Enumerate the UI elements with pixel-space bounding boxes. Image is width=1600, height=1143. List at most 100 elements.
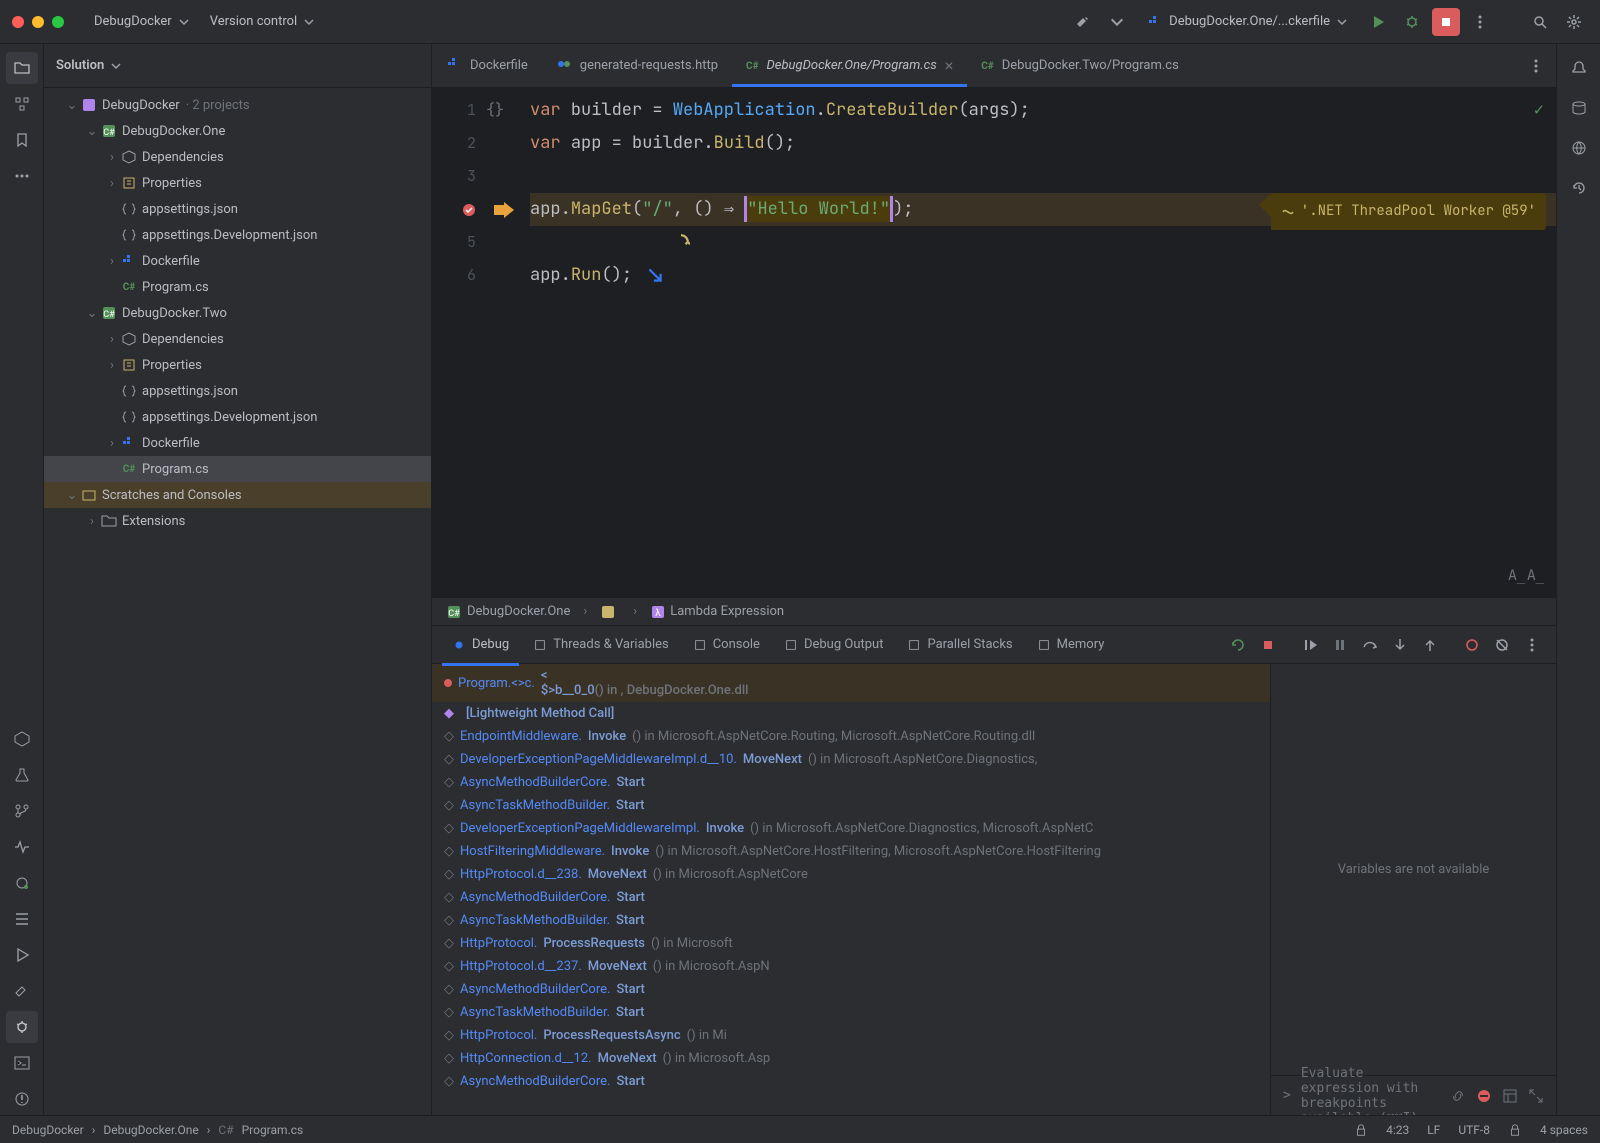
vcs-menu[interactable]: Version control <box>200 10 326 33</box>
debug-tab[interactable]: Console <box>683 631 770 658</box>
debug-more-button[interactable] <box>1518 631 1546 659</box>
run-config-dropdown-icon[interactable] <box>1103 8 1131 36</box>
expand-icon[interactable] <box>1528 1088 1544 1104</box>
build-button[interactable] <box>1069 8 1097 36</box>
structure-tool-button[interactable] <box>6 88 38 120</box>
stack-frame[interactable]: ◇HttpConnection.d__12.MoveNext() in Micr… <box>432 1047 1270 1070</box>
status-crumb[interactable]: DebugDocker <box>12 1123 84 1137</box>
terminal-tool-button[interactable] <box>6 1047 38 1079</box>
breadcrumb-item[interactable]: C#DebugDocker.One› <box>446 604 587 620</box>
step-down-icon[interactable] <box>646 266 664 284</box>
debug-tab[interactable]: Threads & Variables <box>523 631 679 658</box>
link-icon[interactable] <box>1450 1088 1466 1104</box>
problems-tool-button[interactable] <box>6 1083 38 1115</box>
debug-tab[interactable]: Debug <box>442 631 519 658</box>
tree-item[interactable]: ›Dependencies <box>44 326 431 352</box>
run-tool-button[interactable] <box>6 939 38 971</box>
stop-button[interactable] <box>1432 8 1460 36</box>
tabs-more-button[interactable] <box>1516 44 1556 87</box>
editor-tab[interactable]: generated-requests.http <box>542 44 732 87</box>
tree-item[interactable]: appsettings.json <box>44 196 431 222</box>
mute-breakpoints-button[interactable] <box>1488 631 1516 659</box>
solution-header[interactable]: Solution <box>44 44 431 88</box>
stack-frame[interactable]: ◆[Lightweight Method Call] <box>432 702 1270 725</box>
stack-frame[interactable]: ◇DeveloperExceptionPageMiddlewareImpl.d_… <box>432 748 1270 771</box>
search-button[interactable] <box>1526 8 1554 36</box>
stack-frame[interactable]: ◇AsyncMethodBuilderCore.Start <box>432 1070 1270 1093</box>
debug-tab[interactable]: Parallel Stacks <box>897 631 1022 658</box>
stack-frame[interactable]: ◇AsyncMethodBuilderCore.Start <box>432 771 1270 794</box>
pause-button[interactable] <box>1326 631 1354 659</box>
tree-item[interactable]: ›Properties <box>44 352 431 378</box>
resume-button[interactable] <box>1296 631 1324 659</box>
stack-frame[interactable]: ◇AsyncTaskMethodBuilder.Start <box>432 1001 1270 1024</box>
breadcrumb-item[interactable]: λLambda Expression <box>651 604 784 619</box>
rerun-button[interactable] <box>1224 631 1252 659</box>
debug-tool-button[interactable] <box>6 1011 38 1043</box>
tree-item[interactable]: C#Program.cs <box>44 274 431 300</box>
stack-frame[interactable]: ◇EndpointMiddleware.Invoke() in Microsof… <box>432 725 1270 748</box>
close-tab-icon[interactable]: × <box>945 56 954 75</box>
line-separator[interactable]: LF <box>1427 1123 1440 1137</box>
status-crumb[interactable]: DebugDocker.One <box>103 1123 198 1137</box>
stack-frame[interactable]: ◇AsyncMethodBuilderCore.Start <box>432 978 1270 1001</box>
tree-item[interactable]: appsettings.json <box>44 378 431 404</box>
tree-item[interactable]: ⌄C#DebugDocker.One <box>44 118 431 144</box>
services-tool-button[interactable] <box>6 867 38 899</box>
todo-tool-button[interactable] <box>6 903 38 935</box>
no-entry-icon[interactable] <box>1476 1088 1492 1104</box>
stack-frame[interactable]: ◇HttpProtocol.d__237.MoveNext() in Micro… <box>432 955 1270 978</box>
status-breadcrumbs[interactable]: DebugDocker› DebugDocker.One› C#Program.… <box>12 1123 303 1137</box>
explorer-tool-button[interactable] <box>6 52 38 84</box>
notifications-button[interactable] <box>1563 52 1595 84</box>
more-tools-button[interactable] <box>6 160 38 192</box>
status-crumb[interactable]: Program.cs <box>242 1123 304 1137</box>
tree-item[interactable]: ›Properties <box>44 170 431 196</box>
database-button[interactable] <box>1563 92 1595 124</box>
tree-item[interactable]: ›Extensions <box>44 508 431 534</box>
tree-item[interactable]: ›Dockerfile <box>44 248 431 274</box>
vcs-tool-button[interactable] <box>6 795 38 827</box>
nuget-tool-button[interactable] <box>6 723 38 755</box>
debug-button[interactable] <box>1398 8 1426 36</box>
stack-frame[interactable]: ◇HttpProtocol.d__238.MoveNext() in Micro… <box>432 863 1270 886</box>
endpoints-button[interactable] <box>1563 132 1595 164</box>
call-stack-frames[interactable]: Program.<>c.<$>b__0_0() in , DebugDocker… <box>432 664 1270 1115</box>
tree-item[interactable]: ›Dependencies <box>44 144 431 170</box>
editor-tab[interactable]: C#DebugDocker.Two/Program.cs <box>967 44 1193 87</box>
inspection-ok-icon[interactable]: ✓ <box>1534 94 1544 127</box>
step-into-icon[interactable] <box>672 233 690 251</box>
stack-frame[interactable]: ◇DeveloperExceptionPageMiddlewareImpl.In… <box>432 817 1270 840</box>
more-actions-button[interactable] <box>1466 8 1494 36</box>
tree-item[interactable]: C#Program.cs <box>44 456 431 482</box>
stack-frame[interactable]: ◇AsyncTaskMethodBuilder.Start <box>432 794 1270 817</box>
bookmarks-tool-button[interactable] <box>6 124 38 156</box>
settings-button[interactable] <box>1560 8 1588 36</box>
project-menu[interactable]: DebugDocker <box>84 10 200 33</box>
tree-item[interactable]: ⌄C#DebugDocker.Two <box>44 300 431 326</box>
tree-item[interactable]: appsettings.Development.json <box>44 404 431 430</box>
unit-tests-tool-button[interactable] <box>6 759 38 791</box>
stack-frame[interactable]: ◇AsyncMethodBuilderCore.Start <box>432 886 1270 909</box>
step-over-button[interactable] <box>1356 631 1384 659</box>
stack-frame[interactable]: Program.<>c.<$>b__0_0() in , DebugDocker… <box>432 664 1270 702</box>
debug-tab[interactable]: Debug Output <box>774 631 894 658</box>
close-window-button[interactable] <box>12 16 24 28</box>
build-tool-button[interactable] <box>6 975 38 1007</box>
lock-icon[interactable] <box>1354 1123 1368 1137</box>
indent-setting[interactable]: 4 spaces <box>1540 1123 1588 1137</box>
solution-tree[interactable]: ⌄DebugDocker· 2 projects⌄C#DebugDocker.O… <box>44 88 431 1115</box>
run-button[interactable] <box>1364 8 1392 36</box>
tree-item[interactable]: ⌄DebugDocker· 2 projects <box>44 92 431 118</box>
tree-item[interactable]: appsettings.Development.json <box>44 222 431 248</box>
stack-frame[interactable]: ◇HostFilteringMiddleware.Invoke() in Mic… <box>432 840 1270 863</box>
step-into-button[interactable] <box>1386 631 1414 659</box>
view-breakpoints-button[interactable] <box>1458 631 1486 659</box>
stack-frame[interactable]: ◇HttpProtocol.ProcessRequestsAsync() in … <box>432 1024 1270 1047</box>
tree-item[interactable]: ⌄Scratches and Consoles <box>44 482 431 508</box>
stack-frame[interactable]: ◇AsyncTaskMethodBuilder.Start <box>432 909 1270 932</box>
editor-tab[interactable]: C#DebugDocker.One/Program.cs× <box>732 44 967 87</box>
font-size-controls[interactable]: A̲A̲ <box>1508 560 1546 593</box>
run-configuration[interactable]: DebugDocker.One/...ckerfile <box>1137 10 1358 34</box>
breakpoint-icon[interactable] <box>462 203 476 217</box>
